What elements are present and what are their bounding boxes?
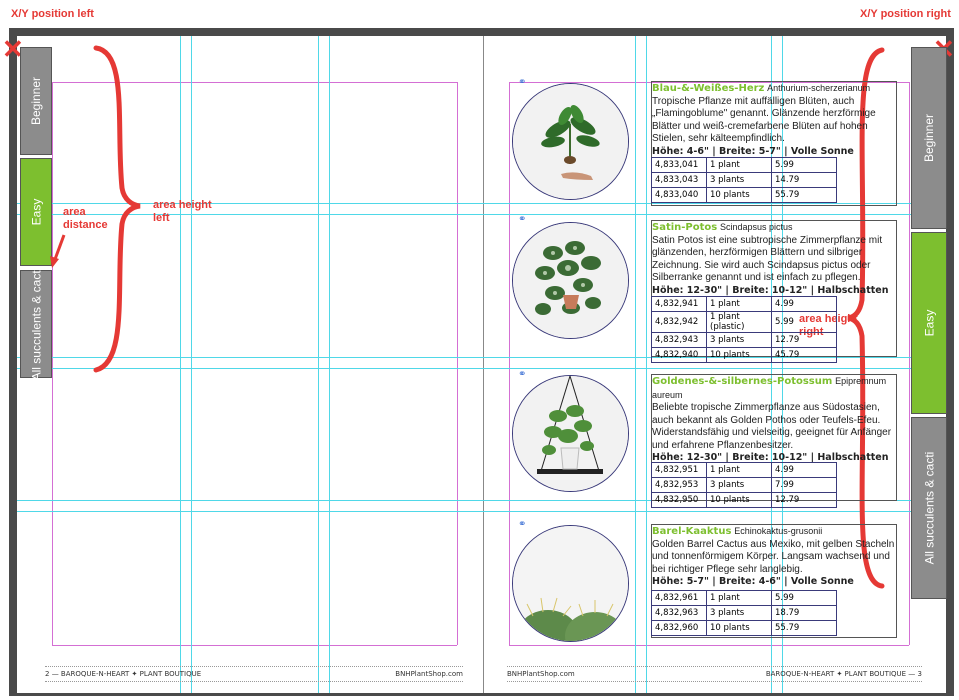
sku-cell: 4,833,040 [651,187,707,203]
table-row: 4,832,960 10 plants 55.79 [651,620,837,636]
table-row: 4,832,953 3 plants 7.99 [651,477,837,493]
qty-cell: 10 plants [706,347,772,363]
product-description: Golden Barrel Cactus aus Mexiko, mit gel… [652,538,895,575]
table-row: 4,833,043 3 plants 14.79 [651,172,837,188]
qty-cell: 3 plants [706,332,772,348]
footer-site-left: BNHPlantShop.com [395,670,463,678]
sku-cell: 4,832,960 [651,620,707,636]
qty-cell: 1 plant [706,296,772,312]
arrow-head-icon [50,256,59,268]
table-row: 4,832,950 10 plants 12.79 [651,492,837,508]
product-image-anthurium[interactable] [512,83,629,200]
product-dimensions: Höhe: 12-30" | Breite: 10-12" | Halbscha… [652,284,889,296]
link-chain-icon: ⚭ [518,214,527,225]
annotation-area-height-left: area height left [153,199,212,224]
link-chain-icon: ⚭ [518,519,527,530]
price-cell: 12.79 [771,492,837,508]
table-row: 4,833,040 10 plants 55.79 [651,187,837,203]
table-row: 4,832,961 1 plant 5.99 [651,590,837,606]
qty-cell: 3 plants [706,172,772,188]
plant-in-hand-icon [513,84,628,199]
qty-cell: 1 plant [706,462,772,478]
sku-cell: 4,832,940 [651,347,707,363]
table-row: 4,832,941 1 plant 4.99 [651,296,837,312]
product-dimensions: Höhe: 4-6" | Breite: 5-7" | Volle Sonne [652,145,854,157]
sku-cell: 4,832,943 [651,332,707,348]
product-description: Beliebte tropische Zimmerpflanze aus Süd… [652,402,892,451]
product-image-barrel-cactus[interactable] [512,525,629,642]
qty-cell: 10 plants [706,492,772,508]
footer-left: 2 — BAROQUE-N-HEART ✦ PLANT BOUTIQUE BNH… [45,666,463,682]
price-table: 4,832,961 1 plant 5.99 4,832,963 3 plants 18… [651,590,837,636]
price-cell: 45.79 [771,347,837,363]
sku-cell: 4,832,942 [651,311,707,333]
link-chain-icon: ⚭ [518,369,527,380]
table-row: 4,832,963 3 plants 18.79 [651,605,837,621]
sku-cell: 4,832,953 [651,477,707,493]
product-image-satin-pothos[interactable] [512,222,629,339]
price-cell: 18.79 [771,605,837,621]
price-cell: 7.99 [771,477,837,493]
price-table: 4,832,941 1 plant 4.99 4,832,942 1 plant (p… [651,296,837,363]
sku-cell: 4,832,941 [651,296,707,312]
product-latin-name: Scindapsus pictus [720,222,793,232]
product-title: Goldenes-&-silbernes-Potossum [652,376,833,387]
sku-cell: 4,832,963 [651,605,707,621]
product-dimensions: Höhe: 5-7" | Breite: 4-6" | Volle Sonne [652,576,854,587]
table-row: 4,832,951 1 plant 4.99 [651,462,837,478]
page-number-left: 2 [45,670,50,678]
annotation-area-distance: area distance [63,206,108,231]
price-cell: 12.79 [771,332,837,348]
qty-cell: 10 plants [706,187,772,203]
sku-cell: 4,833,043 [651,172,707,188]
page-number-right: 3 [917,670,922,678]
product-title: Barel-Kaaktus [652,526,732,537]
qty-cell: 1 plant (plastic) [706,311,772,333]
sku-cell: 4,832,951 [651,462,707,478]
qty-cell: 1 plant [706,590,772,606]
barrel-cactus-icon [513,526,628,641]
satin-pothos-icon [513,223,628,338]
price-cell: 55.79 [771,187,837,203]
price-cell: 4.99 [771,296,837,312]
table-row: 4,832,942 1 plant (plastic) 5.99 [651,311,837,333]
qty-cell: 3 plants [706,605,772,621]
sku-cell: 4,833,041 [651,157,707,173]
product-latin-name: Anthurium-scherzerianum [767,83,871,93]
price-cell: 4.99 [771,462,837,478]
product-title: Satin-Potos [652,222,718,233]
price-table: 4,832,951 1 plant 4.99 4,832,953 3 plants 7.… [651,462,837,508]
product-description: Tropische Pflanze mit auffälligen Blüten… [652,95,876,145]
product-description: Satin Potos ist eine subtropische Zimmer… [652,234,883,284]
sku-cell: 4,832,950 [651,492,707,508]
price-cell: 5.99 [771,590,837,606]
table-row: 4,832,943 3 plants 12.79 [651,332,837,348]
price-cell: 55.79 [771,620,837,636]
qty-cell: 1 plant [706,157,772,173]
price-cell: 5.99 [771,157,837,173]
product-latin-name: Echinokaktus-grusonii [734,526,823,536]
price-table: 4,833,041 1 plant 5.99 4,833,043 3 plants 14… [651,157,837,203]
price-cell: 14.79 [771,172,837,188]
table-row: 4,832,940 10 plants 45.79 [651,347,837,363]
table-row: 4,833,041 1 plant 5.99 [651,157,837,173]
sku-cell: 4,832,961 [651,590,707,606]
link-chain-icon: ⚭ [518,77,527,88]
footer-brand-right: BAROQUE-N-HEART ✦ PLANT BOUTIQUE [765,670,907,678]
product-title: Blau-&-Weißes-Herz [652,83,765,94]
qty-cell: 10 plants [706,620,772,636]
footer-site-right: BNHPlantShop.com [507,670,575,678]
product-image-golden-pothos[interactable] [512,375,629,492]
price-cell: 5.99 [771,311,837,333]
footer-brand-left: BAROQUE-N-HEART ✦ PLANT BOUTIQUE [60,670,202,678]
qty-cell: 3 plants [706,477,772,493]
hanging-pothos-icon [513,376,628,491]
footer-right: BNHPlantShop.com BAROQUE-N-HEART ✦ PLANT… [507,666,922,682]
